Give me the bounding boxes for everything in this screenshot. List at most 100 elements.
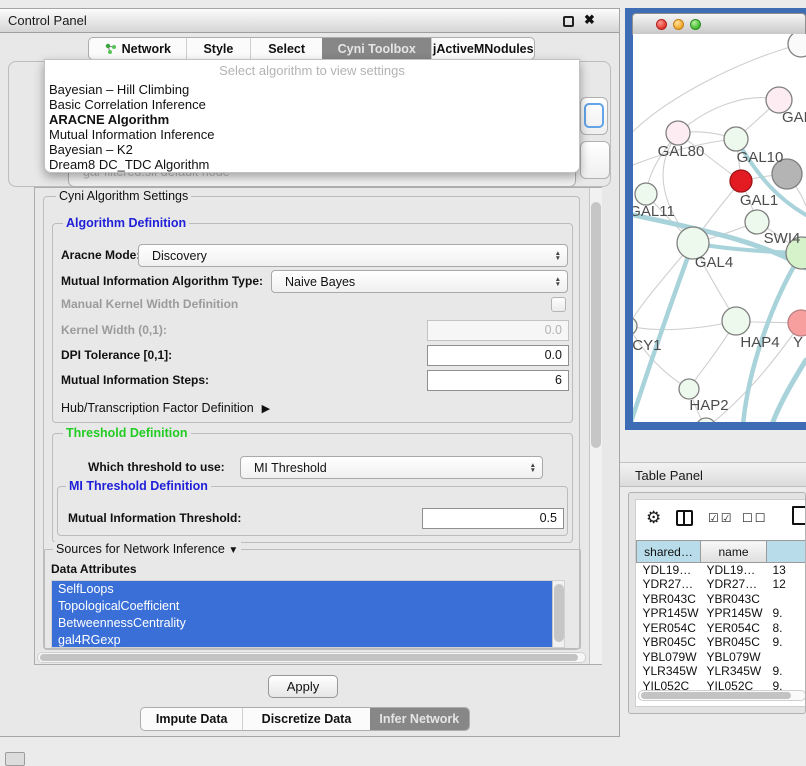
table-row[interactable]: YBR043CYBR043C [637, 592, 806, 607]
control-panel: Control Panel ✖ Network Style Select Cyn… [0, 8, 620, 737]
tab-cyni-toolbox[interactable]: Cyni Toolbox [322, 38, 432, 59]
sources-legend-text: Sources for Network Inference [56, 542, 225, 556]
table-cell[interactable]: YBL079W [637, 650, 701, 665]
sources-legend[interactable]: Sources for Network Inference ▼ [53, 542, 241, 556]
hidden-combo-button-2[interactable] [580, 141, 610, 179]
table-cell[interactable]: YPR145W [701, 606, 767, 621]
table-cell[interactable]: YER054C [637, 621, 701, 636]
node-label: GAL4 [695, 254, 733, 271]
table-cell[interactable]: 9. [767, 635, 806, 650]
table-cell[interactable]: YDR27… [701, 577, 767, 592]
tab-select[interactable]: Select [250, 38, 322, 59]
table-cell[interactable]: YLR345W [701, 664, 767, 679]
select-all-checkboxes-icon[interactable]: ☑☑ [708, 511, 734, 525]
columns-icon[interactable] [676, 510, 693, 526]
close-window-icon[interactable] [656, 19, 667, 30]
float-icon[interactable] [563, 16, 574, 27]
table-cell[interactable]: YDR27… [637, 577, 701, 592]
table-cell[interactable]: 13 [767, 563, 806, 578]
settings-scroll-area: Cyni Algorithm Settings Algorithm Defini… [34, 187, 602, 665]
list-item[interactable]: TopologicalCoefficient [52, 598, 564, 615]
manual-kernel-width-label: Manual Kernel Width Definition [61, 297, 238, 312]
network-labels: GAL GAL80 GAL10 GAL1 GAL11 SWI4 GAL4 GCY… [633, 109, 806, 414]
table-cell[interactable]: YBR043C [637, 592, 701, 607]
table-cell[interactable]: YBR045C [637, 635, 701, 650]
hidden-combo-button[interactable] [580, 97, 608, 135]
list-item[interactable]: gal4RGexp [52, 632, 564, 648]
table-row[interactable]: YLR345WYLR345W9. [637, 664, 806, 679]
table-cell[interactable] [767, 592, 806, 607]
mi-threshold-legend: MI Threshold Definition [66, 479, 211, 493]
mi-type-label: Mutual Information Algorithm Type: [61, 270, 263, 293]
tab-style[interactable]: Style [186, 38, 251, 59]
list-item[interactable]: SelfLoops [52, 581, 564, 598]
column-header-shared-name[interactable]: shared… [637, 541, 701, 563]
table-cell[interactable]: YER054C [701, 621, 767, 636]
mi-type-select[interactable]: Naive Bayes ▲▼ [271, 270, 568, 293]
zoom-window-icon[interactable] [690, 19, 701, 30]
tab-impute-data[interactable]: Impute Data [141, 708, 242, 730]
tab-select-label: Select [268, 42, 305, 56]
network-window-titlebar [632, 13, 806, 35]
threshold-definition-group: Threshold Definition Which threshold to … [52, 433, 573, 543]
dropdown-item-selected[interactable]: ARACNE Algorithm [45, 112, 579, 127]
which-threshold-select[interactable]: MI Threshold ▲▼ [240, 456, 543, 479]
table-cell[interactable]: 9. [767, 664, 806, 679]
threshold-definition-legend: Threshold Definition [63, 426, 191, 440]
dropdown-item[interactable]: Mutual Information Inference [45, 127, 579, 142]
table-cell[interactable]: 9. [767, 606, 806, 621]
table-row[interactable]: YER054CYER054C8. [637, 621, 806, 636]
hub-definition-expander[interactable]: Hub/Transcription Factor Definition▶ [61, 398, 270, 419]
list-item[interactable]: BetweennessCentrality [52, 615, 564, 632]
table-row[interactable]: YDL19…YDL19…13 [637, 563, 806, 578]
stepper-icon: ▲▼ [555, 245, 561, 266]
mi-threshold-field[interactable]: 0.5 [422, 508, 564, 529]
mi-steps-field[interactable]: 6 [427, 370, 569, 391]
deselect-all-checkboxes-icon[interactable]: ☐☐ [742, 511, 768, 525]
manual-kernel-width-checkbox[interactable] [551, 297, 566, 312]
aracne-mode-select[interactable]: Discovery ▲▼ [138, 244, 568, 267]
dropdown-item[interactable]: Dream8 DC_TDC Algorithm [45, 157, 579, 172]
settings-hscrollbar[interactable] [37, 652, 586, 663]
table-cell[interactable]: YBR043C [701, 592, 767, 607]
dropdown-prompt: Select algorithm to view settings [45, 60, 579, 82]
table-cell[interactable]: YBR045C [701, 635, 767, 650]
network-canvas[interactable]: GAL GAL80 GAL10 GAL1 GAL11 SWI4 GAL4 GCY… [633, 34, 806, 422]
table-cell[interactable]: YDL19… [701, 563, 767, 578]
list-scrollbar[interactable] [552, 581, 564, 648]
table-cell[interactable]: 12 [767, 577, 806, 592]
table-row[interactable]: YBL079WYBL079W [637, 650, 806, 665]
dpi-tolerance-field[interactable]: 0.0 [427, 345, 569, 366]
table-cell[interactable]: YLR345W [637, 664, 701, 679]
minimize-window-icon[interactable] [673, 19, 684, 30]
table-cell[interactable]: 8. [767, 621, 806, 636]
tab-jactivemnodules[interactable]: jActiveMNodules [431, 38, 534, 59]
tab-infer-network[interactable]: Infer Network [370, 708, 469, 730]
table-body: YDL19…YDL19…13YDR27…YDR27…12YBR043CYBR04… [637, 563, 806, 694]
tab-network[interactable]: Network [89, 38, 186, 59]
gear-icon[interactable]: ⚙ [646, 508, 661, 528]
table-hscrollbar[interactable] [638, 690, 806, 701]
column-header-name[interactable]: name [701, 541, 767, 563]
table-cell[interactable]: YBL079W [701, 650, 767, 665]
table-row[interactable]: YPR145WYPR145W9. [637, 606, 806, 621]
mini-corner-button[interactable] [5, 752, 25, 766]
data-attributes-label: Data Attributes [51, 562, 137, 576]
table-row[interactable]: YBR045CYBR045C9. [637, 635, 806, 650]
table-row[interactable]: YDR27…YDR27…12 [637, 577, 806, 592]
table-cell[interactable]: YPR145W [637, 606, 701, 621]
table-cell[interactable] [767, 650, 806, 665]
dropdown-item[interactable]: Bayesian – Hill Climbing [45, 82, 579, 97]
export-table-icon[interactable] [792, 506, 806, 525]
dropdown-item[interactable]: Basic Correlation Inference [45, 97, 579, 112]
settings-scrollbar[interactable] [589, 188, 602, 664]
aracne-mode-label: Aracne Mode: [61, 244, 140, 267]
tab-discretize-data[interactable]: Discretize Data [242, 708, 369, 730]
kernel-width-label: Kernel Width (0,1): [61, 320, 167, 341]
table-cell[interactable]: YDL19… [637, 563, 701, 578]
column-header-clipped[interactable] [767, 541, 806, 563]
apply-button[interactable]: Apply [268, 675, 338, 698]
which-threshold-label: Which threshold to use: [88, 456, 225, 479]
dropdown-item[interactable]: Bayesian – K2 [45, 142, 579, 157]
close-icon[interactable]: ✖ [584, 12, 595, 28]
